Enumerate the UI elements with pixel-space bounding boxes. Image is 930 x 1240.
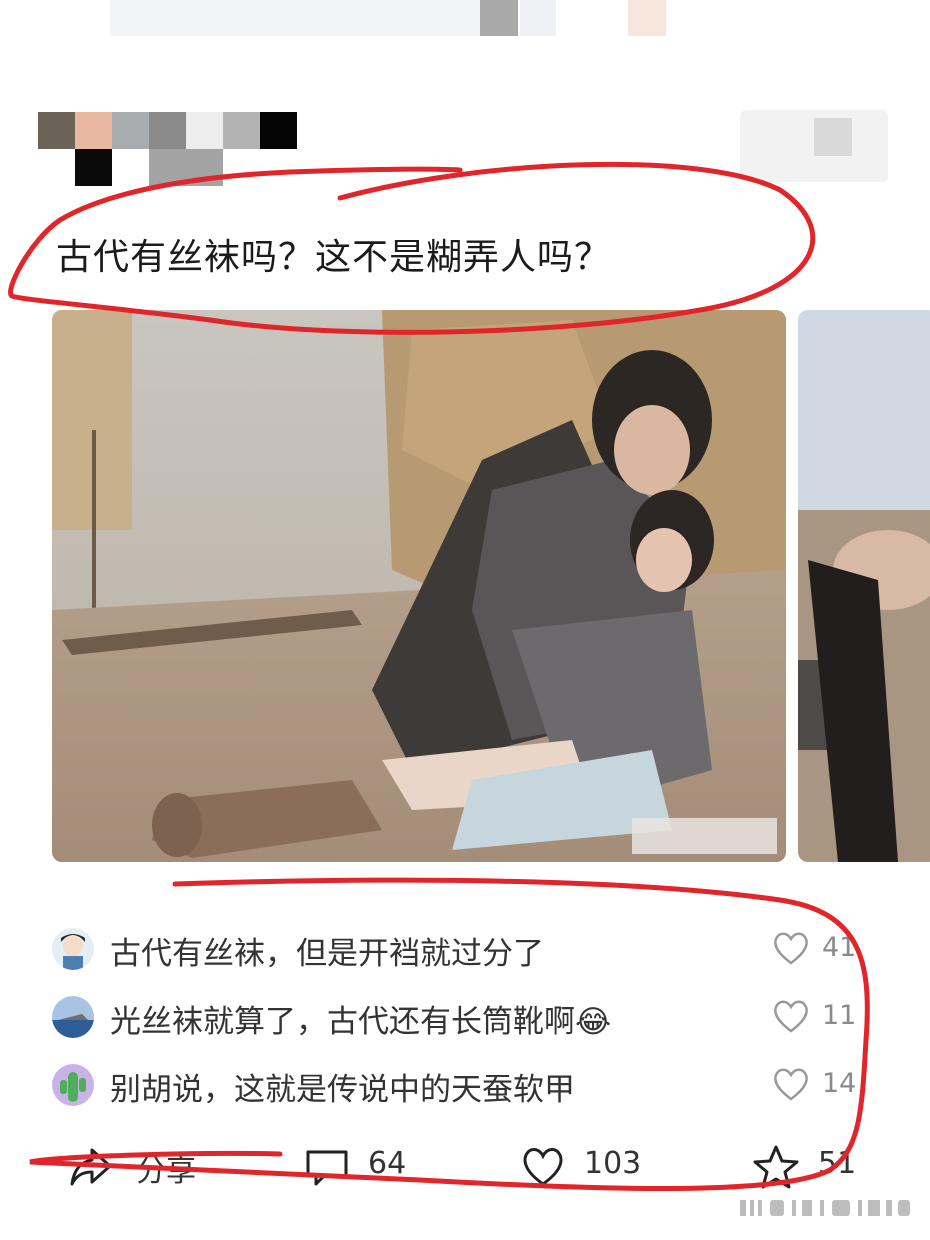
watermark bbox=[740, 1200, 910, 1216]
heart-icon bbox=[523, 1148, 563, 1186]
like-button[interactable]: 103 bbox=[520, 1140, 670, 1196]
heart-icon[interactable] bbox=[772, 930, 810, 966]
share-icon bbox=[70, 1148, 112, 1186]
action-bar: 分享 64 103 51 bbox=[0, 1140, 930, 1196]
post-image-2[interactable] bbox=[798, 310, 930, 862]
blurred-header bbox=[110, 0, 670, 40]
share-button[interactable]: 分享 bbox=[68, 1140, 218, 1196]
heart-icon[interactable] bbox=[772, 998, 810, 1034]
like-count-total: 103 bbox=[584, 1146, 642, 1181]
comment-text: 光丝袜就算了，古代还有长筒靴啊😂 bbox=[110, 1004, 612, 1040]
comment-icon bbox=[306, 1150, 348, 1186]
star-count: 51 bbox=[818, 1146, 857, 1181]
comment-item[interactable]: 别胡说，这就是传说中的天蚕软甲 14 bbox=[50, 1058, 870, 1112]
commenter-avatar[interactable] bbox=[52, 928, 94, 970]
commenter-avatar[interactable] bbox=[52, 1064, 94, 1106]
post-image[interactable] bbox=[52, 310, 786, 862]
like-count: 14 bbox=[822, 1068, 857, 1099]
heart-icon[interactable] bbox=[772, 1066, 810, 1102]
follow-button[interactable] bbox=[740, 110, 888, 182]
comment-button[interactable]: 64 bbox=[304, 1140, 434, 1196]
share-label: 分享 bbox=[136, 1154, 196, 1189]
comment-text: 古代有丝袜，但是开裆就过分了 bbox=[110, 936, 544, 972]
comment-item[interactable]: 古代有丝袜，但是开裆就过分了 41 bbox=[50, 922, 870, 976]
comment-count: 64 bbox=[368, 1146, 407, 1181]
post-title: 古代有丝袜吗？这不是糊弄人吗？ bbox=[56, 237, 612, 278]
commenter-avatar[interactable] bbox=[52, 996, 94, 1038]
like-count: 11 bbox=[822, 1000, 857, 1031]
like-count: 41 bbox=[822, 932, 857, 963]
star-icon bbox=[753, 1145, 799, 1189]
comment-text: 别胡说，这就是传说中的天蚕软甲 bbox=[110, 1072, 575, 1108]
comment-item[interactable]: 光丝袜就算了，古代还有长筒靴啊😂 11 bbox=[50, 990, 870, 1044]
favorite-button[interactable]: 51 bbox=[752, 1140, 882, 1196]
